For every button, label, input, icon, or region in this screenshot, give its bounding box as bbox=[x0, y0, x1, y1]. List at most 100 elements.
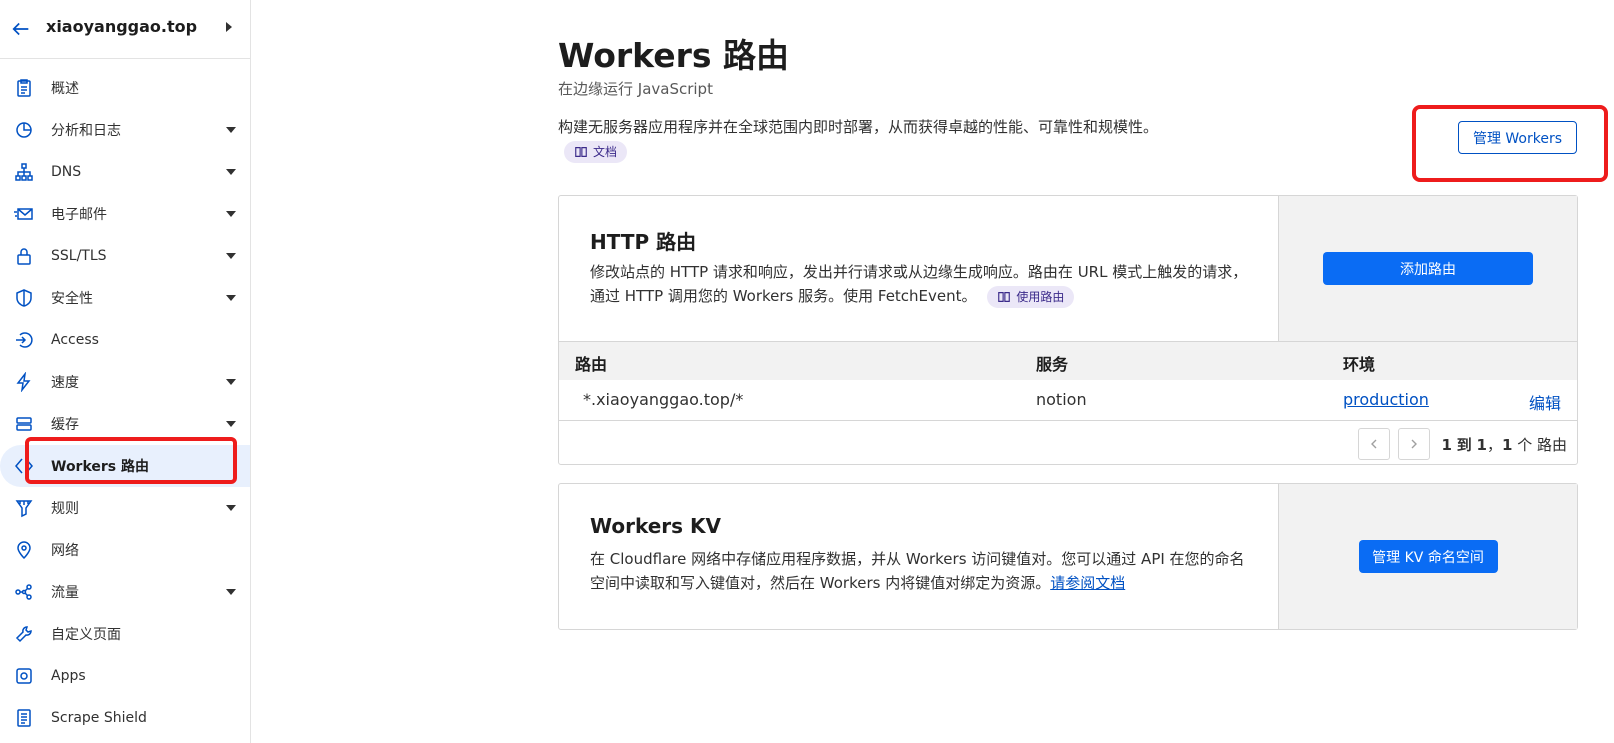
sidebar-item-label: 流量 bbox=[51, 585, 79, 601]
sidebar-item-label: Scrape Shield bbox=[51, 710, 147, 726]
location-pin-icon bbox=[17, 541, 31, 560]
wrench-icon bbox=[15, 626, 32, 643]
column-header-route: 路由 bbox=[575, 355, 608, 374]
sidebar-item-rules[interactable]: 规则 bbox=[0, 487, 250, 529]
description-text: 构建无服务器应用程序并在全球范围内即时部署，从而获得卓越的性能、可靠性和规模性。 bbox=[558, 118, 1159, 136]
pager-to: 1 bbox=[1476, 435, 1487, 454]
workers-kv-title: Workers KV bbox=[590, 514, 721, 538]
kv-docs-link[interactable]: 请参阅文档 bbox=[1050, 574, 1125, 592]
sidebar: xiaoyanggao.top 概述 分析和日志 DNS 电子邮件 SSL/TL… bbox=[0, 0, 251, 743]
routes-table-header: 路由 服务 环境 bbox=[559, 342, 1577, 380]
docs-link-label: 文档 bbox=[593, 144, 618, 159]
chevron-right-icon bbox=[1411, 439, 1417, 449]
clipboard-icon bbox=[17, 79, 31, 97]
prev-page-button[interactable] bbox=[1357, 428, 1390, 460]
chevron-down-icon bbox=[226, 589, 236, 595]
chevron-down-icon bbox=[226, 253, 236, 259]
http-routes-action: 添加路由 bbox=[1278, 196, 1577, 341]
envelope-icon bbox=[14, 208, 33, 220]
page-description: 构建无服务器应用程序并在全球范围内即时部署，从而获得卓越的性能、可靠性和规模性。… bbox=[558, 115, 1168, 163]
pagination-summary: 1 到 1，1 个 路由 bbox=[1442, 434, 1567, 455]
sidebar-item-traffic[interactable]: 流量 bbox=[0, 571, 250, 613]
sidebar-item-label: Apps bbox=[51, 668, 86, 684]
http-routes-description-text: 修改站点的 HTTP 请求和响应，发出并行请求或从边缘生成响应。路由在 URL … bbox=[590, 263, 1248, 305]
sidebar-item-email[interactable]: 电子邮件 bbox=[0, 193, 250, 235]
apps-icon bbox=[16, 668, 32, 684]
workers-kv-card: Workers KV 在 Cloudflare 网络中存储应用程序数据，并从 W… bbox=[558, 483, 1578, 630]
pager-suffix: 个 路由 bbox=[1517, 435, 1567, 454]
sitemap-icon bbox=[15, 163, 33, 181]
back-arrow-icon[interactable] bbox=[10, 18, 32, 40]
sidebar-item-label: 概述 bbox=[51, 81, 79, 97]
share-nodes-icon bbox=[15, 584, 32, 600]
sidebar-item-label: SSL/TLS bbox=[51, 248, 107, 264]
caret-right-icon[interactable] bbox=[226, 22, 232, 32]
chevron-down-icon bbox=[226, 295, 236, 301]
sidebar-item-label: 分析和日志 bbox=[51, 123, 121, 139]
next-page-button[interactable] bbox=[1397, 428, 1430, 460]
sidebar-item-label: Access bbox=[51, 332, 99, 348]
pagination: 1 到 1，1 个 路由 bbox=[1357, 428, 1567, 460]
sidebar-item-label: 安全性 bbox=[51, 291, 93, 307]
table-row: *.xiaoyanggao.top/* notion production 编辑 bbox=[559, 380, 1577, 421]
route-service: notion bbox=[1036, 390, 1087, 409]
sidebar-item-network[interactable]: 网络 bbox=[0, 529, 250, 571]
site-header: xiaoyanggao.top bbox=[0, 0, 250, 59]
chevron-down-icon bbox=[226, 211, 236, 217]
shield-icon bbox=[16, 289, 32, 307]
sidebar-item-access[interactable]: Access bbox=[0, 319, 250, 361]
http-routes-description: 修改站点的 HTTP 请求和响应，发出并行请求或从边缘生成响应。路由在 URL … bbox=[590, 260, 1250, 308]
sidebar-item-custom-pages[interactable]: 自定义页面 bbox=[0, 613, 250, 655]
chevron-down-icon bbox=[226, 505, 236, 511]
chevron-down-icon bbox=[226, 421, 236, 427]
chevron-left-icon bbox=[1370, 439, 1377, 449]
sidebar-item-label: DNS bbox=[51, 164, 82, 180]
stack-icon bbox=[16, 417, 32, 431]
sidebar-item-speed[interactable]: 速度 bbox=[0, 361, 250, 403]
funnel-icon bbox=[15, 500, 33, 518]
sidebar-item-apps[interactable]: Apps bbox=[0, 655, 250, 697]
workers-kv-description-text: 在 Cloudflare 网络中存储应用程序数据，并从 Workers 访问键值… bbox=[590, 550, 1245, 592]
book-icon bbox=[575, 146, 587, 157]
sidebar-item-label: 速度 bbox=[51, 375, 79, 391]
access-icon bbox=[16, 332, 33, 348]
workers-kv-description: 在 Cloudflare 网络中存储应用程序数据，并从 Workers 访问键值… bbox=[590, 547, 1250, 595]
page-title: Workers 路由 bbox=[558, 36, 790, 75]
highlight-box bbox=[25, 437, 237, 484]
sidebar-item-security[interactable]: 安全性 bbox=[0, 277, 250, 319]
pie-chart-icon bbox=[16, 122, 32, 138]
lock-icon bbox=[17, 248, 31, 265]
use-routes-docs-link[interactable]: 使用路由 bbox=[987, 285, 1075, 308]
pager-total: 1 bbox=[1502, 435, 1513, 454]
document-icon bbox=[17, 709, 31, 727]
highlight-box bbox=[1412, 105, 1608, 182]
chevron-down-icon bbox=[226, 127, 236, 133]
page-subtitle: 在边缘运行 JavaScript bbox=[558, 80, 713, 98]
sidebar-item-label: 电子邮件 bbox=[51, 207, 107, 223]
book-icon bbox=[998, 291, 1011, 302]
site-name[interactable]: xiaoyanggao.top bbox=[46, 17, 197, 36]
sidebar-item-ssl[interactable]: SSL/TLS bbox=[0, 235, 250, 277]
workers-kv-action: 管理 KV 命名空间 bbox=[1278, 484, 1577, 629]
http-routes-card: HTTP 路由 修改站点的 HTTP 请求和响应，发出并行请求或从边缘生成响应。… bbox=[558, 195, 1578, 465]
route-pattern: *.xiaoyanggao.top/* bbox=[583, 390, 744, 409]
sidebar-item-label: 网络 bbox=[51, 543, 79, 559]
route-environment-link[interactable]: production bbox=[1343, 390, 1429, 409]
sidebar-item-dns[interactable]: DNS bbox=[0, 151, 250, 193]
docs-link[interactable]: 文档 bbox=[564, 140, 628, 163]
sidebar-item-scrape-shield[interactable]: Scrape Shield bbox=[0, 697, 250, 739]
sidebar-item-analytics[interactable]: 分析和日志 bbox=[0, 109, 250, 151]
edit-route-link[interactable]: 编辑 bbox=[1529, 390, 1561, 414]
chevron-down-icon bbox=[226, 169, 236, 175]
column-header-service: 服务 bbox=[1036, 355, 1069, 374]
sidebar-nav: 概述 分析和日志 DNS 电子邮件 SSL/TLS 安全性 Access 速度 … bbox=[0, 67, 250, 739]
add-route-button[interactable]: 添加路由 bbox=[1323, 252, 1533, 285]
sidebar-item-label: 规则 bbox=[51, 501, 79, 517]
http-routes-title: HTTP 路由 bbox=[590, 230, 697, 254]
manage-kv-namespaces-button[interactable]: 管理 KV 命名空间 bbox=[1358, 540, 1498, 573]
pager-to-word: 到 bbox=[1456, 435, 1472, 454]
lightning-icon bbox=[16, 372, 31, 392]
pager-separator: ， bbox=[1486, 435, 1502, 454]
sidebar-item-overview[interactable]: 概述 bbox=[0, 67, 250, 109]
chevron-down-icon bbox=[226, 379, 236, 385]
